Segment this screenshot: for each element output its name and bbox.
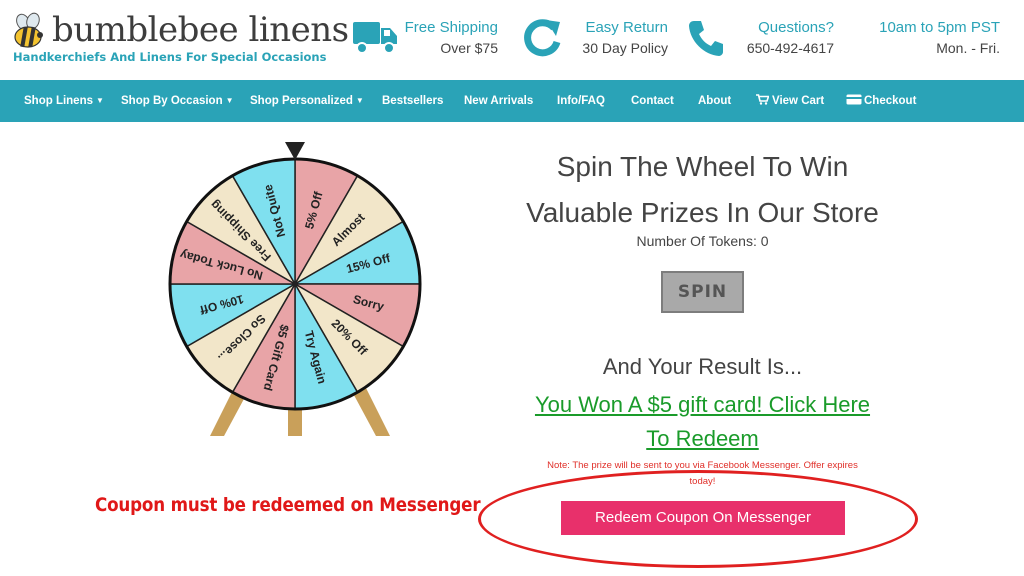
credit-card-icon <box>846 94 862 105</box>
return-icon <box>524 19 561 57</box>
prize-note-line-1: Note: The prize will be sent to you via … <box>547 460 858 471</box>
questions-title: Questions? <box>758 19 834 36</box>
token-count: Number Of Tokens: 0 <box>636 233 769 249</box>
nav-label: Checkout <box>864 95 917 107</box>
nav-checkout[interactable]: Checkout <box>846 80 916 122</box>
annotation-text: Coupon must be redeemed on Messenger <box>95 494 481 516</box>
nav-label: View Cart <box>772 95 825 107</box>
nav-shop-personalized[interactable]: Shop Personalized ▼ <box>250 80 364 122</box>
spin-button[interactable]: SPIN <box>661 271 744 313</box>
nav-contact[interactable]: Contact <box>631 80 674 122</box>
wheel-pointer-icon <box>285 142 305 160</box>
brand-logo[interactable]: bumblebee linens Handkerchiefs And Linen… <box>8 8 349 70</box>
nav-shop-by-occasion[interactable]: Shop By Occasion ▼ <box>121 80 234 122</box>
caret-down-icon: ▼ <box>355 96 364 105</box>
hours-days: Mon. - Fri. <box>936 40 1000 56</box>
nav-new-arrivals[interactable]: New Arrivals <box>464 80 533 122</box>
free-shipping-sub: Over $75 <box>440 40 498 56</box>
main-nav: Shop Linens ▼ Shop By Occasion ▼ Shop Pers… <box>0 80 1024 122</box>
prize-note: Note: The prize will be sent to you via … <box>505 458 900 490</box>
truck-icon <box>353 22 397 54</box>
hours-title: 10am to 5pm PST <box>879 19 1000 36</box>
page-title: Spin The Wheel To Win Valuable Prizes In… <box>505 144 900 236</box>
redeem-link-line-1: You Won A $5 gift card! Click Here <box>534 392 871 417</box>
easy-return-sub: 30 Day Policy <box>582 40 668 56</box>
caret-down-icon: ▼ <box>96 96 104 105</box>
prize-note-line-2: today! <box>689 476 716 487</box>
page-title-line-2: Valuable Prizes In Our Store <box>526 197 879 228</box>
cart-icon <box>756 94 770 105</box>
nav-info-faq[interactable]: Info/FAQ <box>557 80 605 122</box>
phone-icon <box>689 21 723 56</box>
hours-info: 10am to 5pm PST Mon. - Fri. <box>860 16 1002 64</box>
free-shipping-info[interactable]: Free Shipping Over $75 <box>352 16 502 64</box>
easy-return-info[interactable]: Easy Return 30 Day Policy <box>520 16 670 64</box>
nav-label: Shop Personalized <box>250 95 353 107</box>
nav-label: About <box>698 95 732 107</box>
phone-number[interactable]: 650-492-4617 <box>747 40 834 56</box>
bee-icon <box>14 12 43 48</box>
result-heading: And Your Result Is... <box>602 354 803 379</box>
nav-label: Shop Linens <box>24 95 93 107</box>
nav-shop-linens[interactable]: Shop Linens ▼ <box>24 80 104 122</box>
free-shipping-title: Free Shipping <box>404 19 498 36</box>
redeem-link[interactable]: You Won A $5 gift card! Click Here To Re… <box>505 388 900 456</box>
nav-label: Contact <box>631 95 674 107</box>
brand-tagline: Handkerchiefs And Linens For Special Occ… <box>13 50 327 64</box>
page-title-line-1: Spin The Wheel To Win <box>556 151 849 182</box>
redeem-link-line-2: To Redeem <box>646 426 759 451</box>
nav-label: Info/FAQ <box>557 95 605 107</box>
redeem-coupon-button[interactable]: Redeem Coupon On Messenger <box>561 501 845 535</box>
nav-bestsellers[interactable]: Bestsellers <box>382 80 443 122</box>
brand-name: bumblebee linens <box>52 10 349 50</box>
nav-view-cart[interactable]: View Cart <box>756 80 824 122</box>
questions-info[interactable]: Questions? 650-492-4617 <box>686 16 836 64</box>
easy-return-title: Easy Return <box>585 19 668 36</box>
prize-wheel[interactable]: 5% Off Almost 15% Off Sorry 20% Off Try Again… <box>160 134 440 444</box>
prize-wheel-graphic: 5% Off Almost15% OffSorry20% OffTry Again… <box>168 142 422 436</box>
nav-label: Shop By Occasion <box>121 95 223 107</box>
nav-label: Bestsellers <box>382 95 444 107</box>
nav-about[interactable]: About <box>698 80 731 122</box>
site-header: bumblebee linens Handkerchiefs And Linen… <box>0 0 1024 80</box>
caret-down-icon: ▼ <box>225 96 234 105</box>
nav-label: New Arrivals <box>464 95 534 107</box>
